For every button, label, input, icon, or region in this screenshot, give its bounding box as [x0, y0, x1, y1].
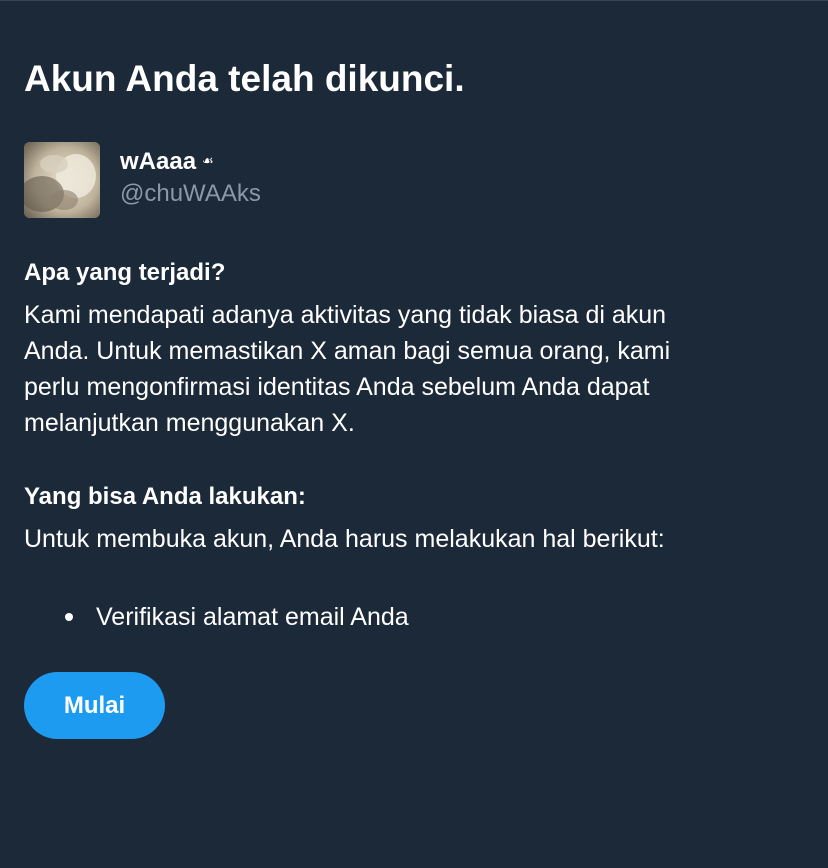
what-happened-heading: Apa yang terjadi?	[24, 259, 226, 286]
account-card: wAaaa ☙ @chuWAAks	[24, 142, 424, 218]
what-you-can-do-heading: Yang bisa Anda lakukan:	[24, 483, 306, 510]
account-handle: @chuWAAks	[120, 180, 261, 207]
steps-list: Verifikasi alamat email Anda	[24, 599, 409, 635]
what-you-can-do-text: Untuk membuka akun, Anda harus melakukan…	[24, 525, 665, 553]
what-happened-line: Kami mendapati adanya aktivitas yang tid…	[24, 301, 667, 329]
what-happened-text: Kami mendapati adanya aktivitas yang tid…	[24, 297, 804, 441]
display-name-row: wAaaa ☙	[120, 146, 214, 177]
avatar	[24, 142, 100, 218]
what-happened-line: perlu mengonfirmasi identitas Anda sebel…	[24, 373, 650, 401]
display-name: wAaaa	[120, 148, 197, 175]
start-button[interactable]: Mulai	[24, 672, 165, 739]
avatar-image-icon	[24, 142, 100, 218]
name-emoji-icon: ☙	[202, 153, 214, 168]
step-label: Verifikasi alamat email Anda	[96, 603, 409, 631]
list-item: Verifikasi alamat email Anda	[24, 599, 409, 635]
what-happened-line: melanjutkan menggunakan X.	[24, 409, 355, 437]
bullet-icon	[65, 613, 73, 621]
page-title: Akun Anda telah dikunci.	[24, 58, 465, 99]
what-happened-line: Anda. Untuk memastikan X aman bagi semua…	[24, 337, 671, 365]
